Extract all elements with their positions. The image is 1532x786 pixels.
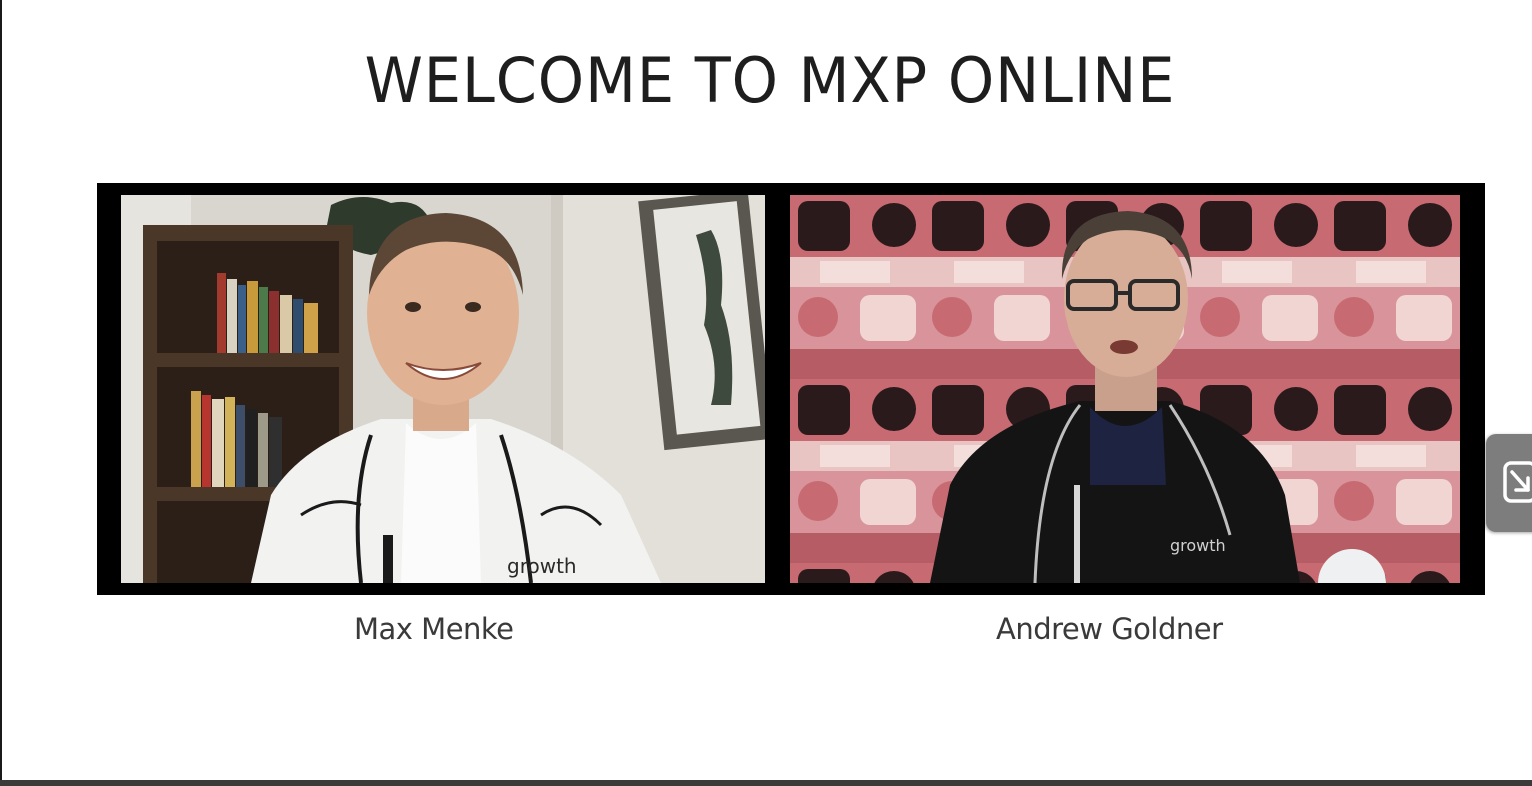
window-bottom-border: [0, 780, 1532, 786]
minimize-video-button[interactable]: [1486, 434, 1532, 532]
participant-video-feed: growth: [121, 195, 765, 583]
video-tile-participant-1[interactable]: growth: [121, 195, 765, 583]
video-grid: growth growth: [97, 183, 1485, 595]
participant-video-feed: growth: [790, 195, 1460, 583]
shirt-logo-text: growth: [507, 554, 577, 578]
participant-name-label: Andrew Goldner: [996, 612, 1223, 646]
shirt-logo-text: growth: [1170, 536, 1226, 555]
slide-title: WELCOME TO MXP ONLINE: [364, 44, 1176, 117]
window-left-border: [0, 0, 2, 786]
minimize-to-corner-icon: [1503, 461, 1532, 503]
participant-name-label: Max Menke: [354, 612, 514, 646]
video-tile-participant-2[interactable]: growth: [790, 195, 1460, 583]
